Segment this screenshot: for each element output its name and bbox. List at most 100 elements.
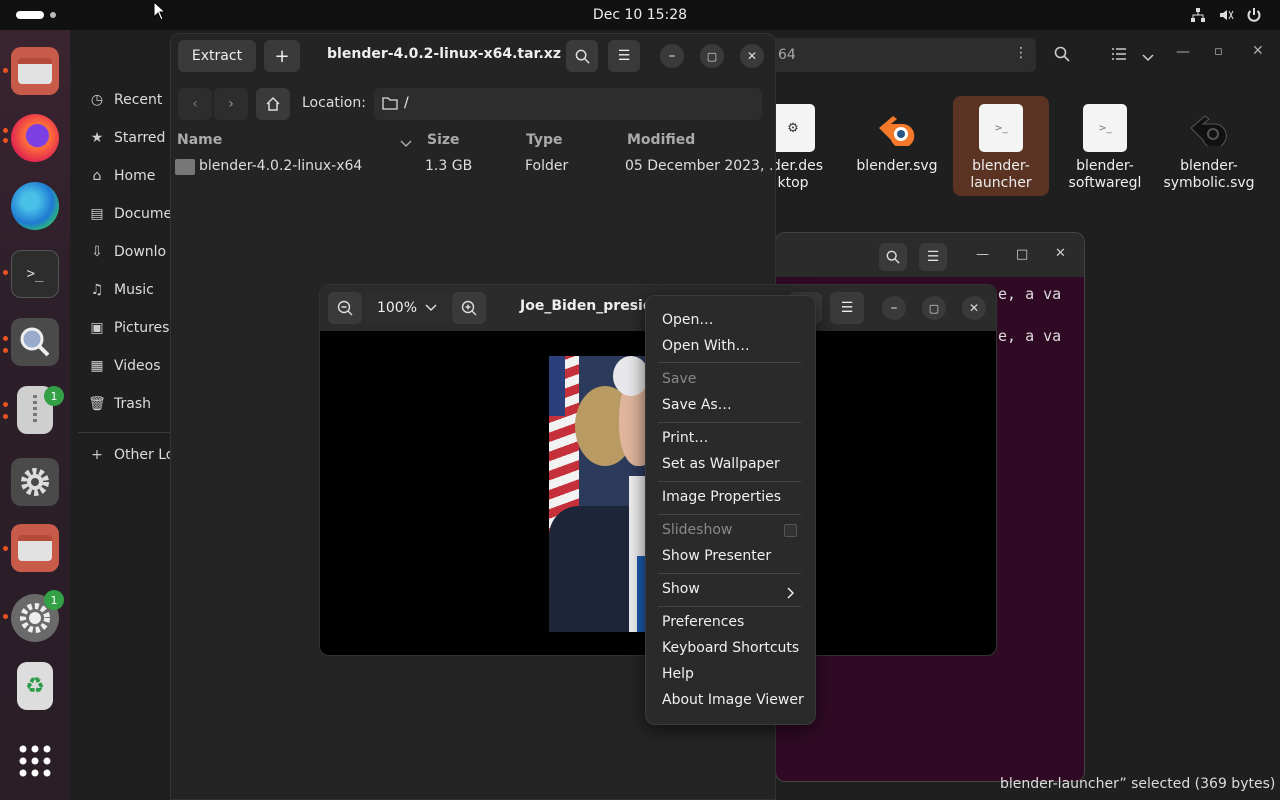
sidebar-item-other-locations[interactable]: + Other Lo (88, 447, 174, 463)
maximize-icon[interactable]: ▢ (700, 44, 724, 68)
close-icon[interactable]: ✕ (740, 44, 764, 68)
hamburger-menu-button[interactable]: ☰ (608, 40, 640, 72)
menu-item-save-as[interactable]: Save As… (662, 397, 732, 413)
menu-item-open-with[interactable]: Open With… (662, 338, 750, 354)
file-item-blender-svg[interactable]: blender.svg (849, 104, 945, 175)
sidebar-item-downloads[interactable]: ⇩ Downlo (88, 244, 166, 260)
sidebar-item-recent[interactable]: ◷ Recent (88, 92, 163, 108)
table-row[interactable]: blender-4.0.2-linux-x64 1.3 GB Folder 05… (171, 152, 775, 180)
minimize-icon[interactable]: – (660, 44, 684, 68)
home-icon (266, 96, 280, 111)
menu-separator (658, 606, 801, 607)
firefox-icon[interactable] (11, 114, 59, 162)
zoom-in-icon (461, 300, 477, 316)
location-field[interactable]: / (374, 88, 762, 120)
sidebar-item-music[interactable]: ♫ Music (88, 282, 154, 298)
sidebar-item-home[interactable]: ⌂ Home (88, 168, 156, 184)
sidebar-divider (78, 432, 170, 433)
document-icon: ▤ (90, 206, 104, 222)
menu-separator (658, 422, 801, 423)
column-header-type[interactable]: Type (526, 132, 563, 148)
add-file-button[interactable]: + (264, 40, 300, 72)
search-icon[interactable] (1054, 46, 1070, 66)
menu-item-help[interactable]: Help (662, 666, 694, 682)
minimize-icon[interactable]: — (1176, 44, 1190, 60)
edge-browser-icon[interactable] (11, 182, 59, 230)
trash-icon: 🗑 (88, 396, 106, 412)
zoom-in-button[interactable] (452, 292, 486, 324)
path-bar[interactable]: 64 ⋮ (770, 38, 1036, 72)
back-button[interactable]: ‹ (178, 88, 212, 120)
maximize-icon[interactable]: ▫ (1214, 44, 1223, 59)
sidebar-item-pictures[interactable]: ▣ Pictures (88, 320, 169, 336)
menu-item-open[interactable]: Open… (662, 312, 713, 328)
files-app-icon-2[interactable] (11, 524, 59, 572)
updater-badge: 1 (44, 590, 64, 610)
terminal-menu-icon[interactable]: ☰ (919, 243, 947, 271)
settings-icon[interactable] (11, 458, 59, 506)
menu-item-set-wallpaper[interactable]: Set as Wallpaper (662, 456, 780, 472)
menu-item-about[interactable]: About Image Viewer (662, 692, 804, 708)
column-header-size[interactable]: Size (427, 132, 460, 148)
sidebar-item-documents[interactable]: ▤ Docume (88, 206, 172, 222)
terminal-close-icon[interactable]: ✕ (1055, 246, 1066, 261)
menu-item-show[interactable]: Show (662, 581, 700, 597)
column-header-name[interactable]: Name (177, 132, 222, 148)
image-viewer-icon[interactable] (11, 318, 59, 366)
search-icon (575, 49, 590, 64)
home-button[interactable] (256, 88, 290, 120)
sort-chevron-icon[interactable] (400, 134, 412, 153)
zoom-out-button[interactable] (328, 292, 362, 324)
menu-separator (658, 573, 801, 574)
file-item-blender-symbolic[interactable]: blender- symbolic.svg (1161, 104, 1257, 192)
download-icon: ⇩ (91, 244, 103, 260)
close-icon[interactable]: ✕ (1252, 43, 1264, 59)
video-icon: ▦ (90, 358, 104, 374)
terminal-icon[interactable]: >_ (11, 250, 59, 298)
terminal-minimize-icon[interactable]: — (976, 247, 989, 262)
forward-button[interactable]: › (214, 88, 248, 120)
menu-item-image-properties[interactable]: Image Properties (662, 489, 781, 505)
search-button[interactable] (566, 40, 598, 72)
sidebar-item-trash[interactable]: 🗑 Trash (88, 396, 151, 412)
home-icon: ⌂ (92, 168, 102, 184)
menu-separator (658, 481, 801, 482)
trash-recycle-icon[interactable]: ♻ (17, 662, 53, 710)
terminal-search-icon[interactable] (879, 243, 907, 271)
menu-item-print[interactable]: Print… (662, 430, 708, 446)
zoom-level-dropdown[interactable]: 100% (364, 292, 450, 324)
app-grid-icon[interactable] (19, 745, 51, 777)
clock-icon: ◷ (90, 92, 104, 108)
menu-item-show-presenter[interactable]: Show Presenter (662, 548, 771, 564)
menu-item-slideshow: Slideshow (662, 522, 733, 538)
archive-badge: 1 (44, 386, 64, 406)
column-header-modified[interactable]: Modified (627, 132, 695, 148)
file-item-blender-softwaregl[interactable]: >_ blender- softwaregl (1057, 104, 1153, 192)
files-app-icon[interactable] (11, 47, 59, 95)
chevron-down-icon (425, 300, 437, 316)
extract-button[interactable]: Extract (178, 40, 256, 72)
zoom-out-icon (337, 300, 353, 316)
menu-item-preferences[interactable]: Preferences (662, 614, 744, 630)
volume-muted-icon[interactable] (1218, 7, 1234, 27)
network-icon[interactable] (1190, 7, 1206, 27)
star-icon: ★ (90, 130, 104, 146)
chevron-right-icon (786, 584, 795, 603)
menu-item-keyboard-shortcuts[interactable]: Keyboard Shortcuts (662, 640, 799, 656)
viewer-menu-button[interactable]: ☰ (830, 292, 864, 324)
list-view-icon[interactable] (1112, 46, 1126, 65)
sidebar-item-starred[interactable]: ★ Starred (88, 130, 166, 146)
plus-icon: + (91, 447, 103, 463)
menu-separator (658, 514, 801, 515)
viewer-close-icon[interactable]: ✕ (962, 296, 986, 320)
script-file-icon: >_ (979, 104, 1023, 152)
file-item-blender-launcher[interactable]: >_ blender- launcher (953, 104, 1049, 192)
clock[interactable]: Dec 10 15:28 (0, 7, 1280, 23)
view-options-chevron-icon[interactable] (1142, 48, 1154, 67)
terminal-maximize-icon[interactable]: □ (1016, 247, 1028, 262)
viewer-minimize-icon[interactable]: – (882, 296, 906, 320)
power-icon[interactable] (1246, 7, 1262, 27)
path-menu-icon[interactable]: ⋮ (1014, 45, 1028, 61)
viewer-maximize-icon[interactable]: ▢ (922, 296, 946, 320)
sidebar-item-videos[interactable]: ▦ Videos (88, 358, 160, 374)
